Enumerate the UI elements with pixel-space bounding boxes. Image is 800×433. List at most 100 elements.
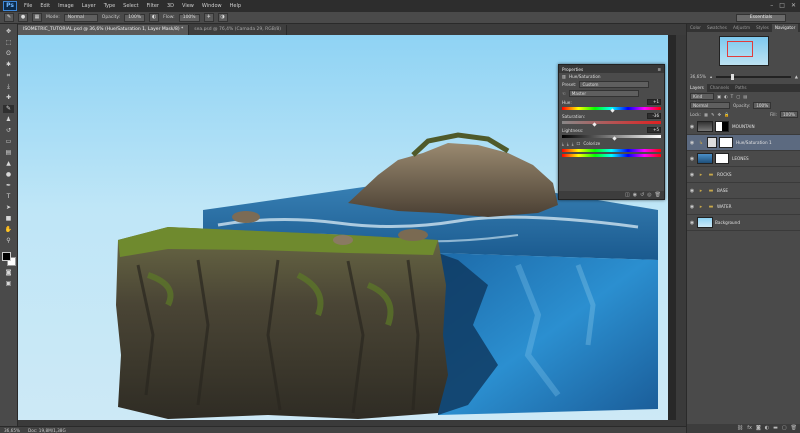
layer-mask-thumbnail[interactable]	[719, 137, 733, 148]
brush-size-icon[interactable]: ●	[18, 13, 28, 22]
tab-channels[interactable]: Channels	[707, 84, 732, 92]
navigator-zoom-value[interactable]: 36,65%	[690, 74, 706, 79]
menu-view[interactable]: View	[178, 3, 198, 9]
tab-navigator[interactable]: Navigator	[771, 24, 799, 32]
blur-tool-icon[interactable]: ▲	[3, 160, 14, 168]
minimize-icon[interactable]: –	[770, 2, 773, 9]
shape-tool-icon[interactable]: ■	[3, 215, 14, 223]
filter-shape-icon[interactable]: ▢	[736, 94, 740, 99]
menu-select[interactable]: Select	[119, 3, 142, 9]
layer-hue-saturation[interactable]: ◉ ↳ Hue/Saturation 1	[687, 135, 800, 151]
brush-panel-icon[interactable]: ▦	[32, 13, 42, 22]
zoom-tool-icon[interactable]: ⚲	[3, 237, 14, 245]
trash-icon[interactable]: 🗑	[791, 424, 797, 433]
menu-3d[interactable]: 3D	[163, 3, 178, 9]
zoom-out-icon[interactable]: ▴	[710, 74, 712, 79]
type-tool-icon[interactable]: T	[3, 193, 14, 201]
healing-tool-icon[interactable]: ✚	[3, 94, 14, 102]
tab-isometric-tutorial[interactable]: ISOMETRIC_TUTORIAL.psd @ 36,6% (Hue/Satu…	[18, 25, 190, 35]
menu-file[interactable]: File	[20, 3, 36, 9]
add-mask-icon[interactable]: ◙	[756, 424, 761, 433]
hand-adjust-icon[interactable]: ☜	[562, 91, 566, 96]
lasso-tool-icon[interactable]: ʘ	[3, 50, 14, 58]
tab-sea[interactable]: sea.psd @ 76,4% (Camada 29, RGB/8)	[189, 25, 287, 35]
flow-field[interactable]: 100%	[178, 13, 200, 22]
filter-adjustment-icon[interactable]: ◐	[724, 94, 728, 99]
zoom-in-icon[interactable]: ▲	[795, 74, 798, 79]
menu-image[interactable]: Image	[54, 3, 78, 9]
dodge-tool-icon[interactable]: ●	[3, 171, 14, 179]
stamp-tool-icon[interactable]: ♟	[3, 116, 14, 124]
vertical-scrollbar[interactable]	[676, 35, 686, 426]
mode-select[interactable]: Normal	[63, 13, 98, 22]
view-previous-icon[interactable]: ◉	[633, 191, 637, 199]
pressure-opacity-icon[interactable]: ◐	[149, 13, 160, 22]
lock-all-icon[interactable]: 🔒	[724, 112, 729, 118]
brush-tool-icon[interactable]: ✎	[3, 105, 14, 113]
lightness-field[interactable]: +5	[647, 127, 661, 133]
eye-icon[interactable]: ◉	[687, 204, 697, 210]
menu-filter[interactable]: Filter	[143, 3, 163, 9]
colorize-checkbox[interactable]: ☐	[577, 141, 581, 146]
fx-icon[interactable]: fx	[747, 424, 752, 433]
eye-icon[interactable]: ◉	[687, 220, 697, 226]
eyedropper-minus-icon[interactable]: ⤓	[572, 141, 574, 146]
preset-select[interactable]: Custom	[579, 81, 650, 88]
lightness-slider[interactable]	[562, 135, 661, 141]
menu-help[interactable]: Help	[226, 3, 245, 9]
hue-slider[interactable]	[562, 107, 661, 113]
layer-leones[interactable]: ◉ LEONES	[687, 151, 800, 167]
menu-type[interactable]: Type	[100, 3, 119, 9]
filter-pixel-icon[interactable]: ▣	[717, 94, 721, 99]
layer-group-water[interactable]: ◉ ▸ ▬ WATER	[687, 199, 800, 215]
path-select-tool-icon[interactable]: ➤	[3, 204, 14, 212]
expand-arrow-icon[interactable]: ▸	[697, 188, 705, 194]
tab-color[interactable]: Color	[687, 24, 704, 32]
filter-smart-icon[interactable]: ▤	[743, 94, 747, 99]
brush-tool-preset-icon[interactable]: ✎	[4, 13, 14, 22]
lock-position-icon[interactable]: ✥	[717, 112, 721, 117]
eraser-tool-icon[interactable]: ▭	[3, 138, 14, 146]
gradient-tool-icon[interactable]: ▤	[3, 149, 14, 157]
navigator-zoom-knob[interactable]	[731, 73, 735, 80]
menu-layer[interactable]: Layer	[78, 3, 100, 9]
eye-icon[interactable]: ◉	[687, 140, 697, 146]
eye-icon[interactable]: ◉	[687, 156, 697, 162]
layer-mask-thumbnail[interactable]	[715, 153, 729, 164]
hue-field[interactable]: +1	[647, 99, 661, 105]
new-layer-icon[interactable]: ▢	[782, 424, 787, 433]
eye-icon[interactable]: ◉	[687, 188, 697, 194]
expand-arrow-icon[interactable]: ▸	[697, 204, 705, 210]
quick-mask-icon[interactable]: ◙	[3, 269, 14, 277]
filter-kind-select[interactable]: Kind	[690, 93, 714, 100]
trash-icon[interactable]: 🗑	[655, 191, 661, 199]
tab-adjustments[interactable]: Adjustm	[730, 24, 753, 32]
history-brush-icon[interactable]: ↺	[3, 127, 14, 135]
blend-mode-select[interactable]: Normal	[690, 102, 730, 109]
quick-select-tool-icon[interactable]: ✱	[3, 61, 14, 69]
color-swatches[interactable]	[1, 252, 16, 266]
opacity-field[interactable]: 100%	[124, 13, 146, 22]
maximize-icon[interactable]: □	[779, 2, 785, 9]
airbrush-icon[interactable]: ✈	[203, 13, 214, 22]
screen-mode-icon[interactable]: ▣	[3, 280, 14, 288]
layer-opacity-field[interactable]: 100%	[753, 102, 772, 109]
visibility-icon[interactable]: ◎	[647, 191, 651, 199]
reset-icon[interactable]: ↺	[640, 191, 644, 199]
menu-edit[interactable]: Edit	[36, 3, 54, 9]
layer-fill-field[interactable]: 100%	[780, 111, 798, 118]
pressure-size-icon[interactable]: ◑	[217, 13, 228, 22]
panel-menu-icon[interactable]: ≡	[657, 67, 661, 72]
tab-swatches[interactable]: Swatches	[704, 24, 730, 32]
eye-icon[interactable]: ◉	[687, 172, 697, 178]
hand-tool-icon[interactable]: ✋	[3, 226, 14, 234]
channel-select[interactable]: Master	[568, 90, 639, 97]
tab-styles[interactable]: Styles	[753, 24, 772, 32]
expand-arrow-icon[interactable]: ▸	[697, 172, 705, 178]
lock-transparency-icon[interactable]: ▦	[704, 112, 708, 117]
eyedropper-icon[interactable]: ⤓	[562, 141, 564, 146]
layer-background[interactable]: ◉ Background	[687, 215, 800, 231]
eye-icon[interactable]: ◉	[687, 124, 697, 130]
foreground-color-swatch[interactable]	[1, 252, 11, 261]
properties-title-bar[interactable]: Properties ≡	[559, 65, 664, 73]
